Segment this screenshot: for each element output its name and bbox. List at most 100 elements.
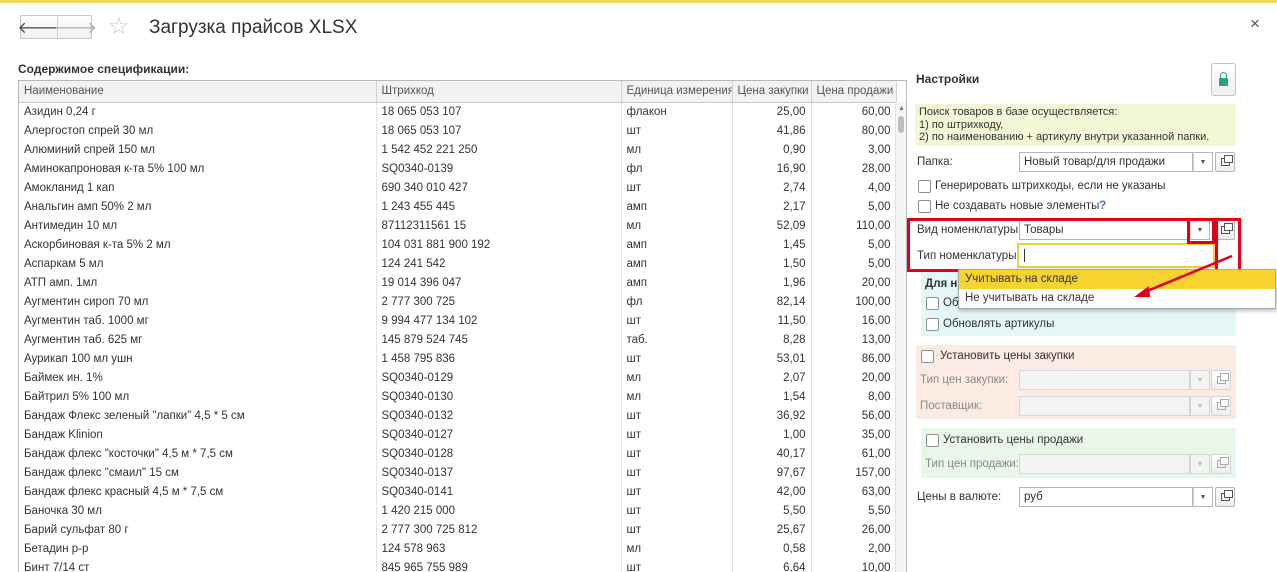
- update-articles-checkbox[interactable]: [926, 318, 939, 331]
- folder-dropdown-button[interactable]: ▼: [1193, 152, 1213, 172]
- info-line: 2) по наименованию + артикулу внутри ука…: [919, 131, 1210, 144]
- update-cut-checkbox[interactable]: [926, 297, 939, 310]
- back-button[interactable]: 🡐: [18, 16, 61, 38]
- cell-sale-price: 35,00: [811, 425, 897, 444]
- folder-field[interactable]: Новый товар/для продажи: [1019, 152, 1193, 172]
- cell-unit: шт: [621, 425, 733, 444]
- table-row[interactable]: Баймек ин. 1% SQ0340-0129 мл 2,07 20,00: [19, 368, 897, 387]
- scrollbar-thumb[interactable]: [898, 116, 904, 133]
- table-row[interactable]: Азидин 0,24 г 18 065 053 107 флакон 25,00 60…: [19, 102, 897, 121]
- table-scrollbar[interactable]: ▲: [895, 102, 906, 572]
- cell-barcode: 2 777 300 725: [376, 292, 622, 311]
- cell-name: Баночка 30 мл: [19, 501, 377, 520]
- set-purchase-prices-checkbox[interactable]: [921, 350, 934, 363]
- table-row[interactable]: Барий сульфат 80 г2 777 300 725 812 шт 25,…: [19, 520, 897, 539]
- column-header-unit[interactable]: Единица измерения: [621, 81, 733, 103]
- set-sale-prices-checkbox[interactable]: [926, 434, 939, 447]
- table-row[interactable]: Аспаркам 5 мл 124 241 542 амп 1,50 5,00: [19, 254, 897, 273]
- cell-purchase-price: 40,17: [732, 444, 812, 463]
- cell-purchase-price: 41,86: [732, 121, 812, 140]
- table-row[interactable]: Бандаж флекс "косточки" 4,5 м * 7,5 см SQ…: [19, 444, 897, 463]
- table-row[interactable]: Бандаж Klinion SQ0340-0127 шт 1,00 35,00: [19, 425, 897, 444]
- table-row[interactable]: Аугментин сироп 70 мл 2 777 300 725 фл 82,1…: [19, 292, 897, 311]
- close-icon[interactable]: ×: [1250, 14, 1260, 34]
- cell-barcode: 9 994 477 134 102: [376, 311, 622, 330]
- table-row[interactable]: Алергостоп спрей 30 мл 18 065 053 107 шт 41…: [19, 121, 897, 140]
- cell-unit: мл: [621, 387, 733, 406]
- help-icon[interactable]: ?: [1099, 198, 1106, 212]
- cell-unit: шт: [621, 349, 733, 368]
- cell-barcode: 104 031 881 900 192: [376, 235, 622, 254]
- column-header-purchase-price[interactable]: Цена закупки: [732, 81, 812, 103]
- table-row[interactable]: Аурикап 100 мл ушн 1 458 795 836 шт 53,01 86…: [19, 349, 897, 368]
- generate-barcodes-checkbox[interactable]: [918, 180, 931, 193]
- currency-open-button[interactable]: [1215, 487, 1235, 507]
- cell-unit: мл: [621, 140, 733, 159]
- table-row[interactable]: Аугментин таб. 625 мг 145 879 524 745 таб.…: [19, 330, 897, 349]
- no-new-items-checkbox[interactable]: [918, 200, 931, 213]
- table-row[interactable]: Бандаж Флекс зеленый "лапки" 4,5 * 5 см S…: [19, 406, 897, 425]
- folder-label: Папка:: [917, 156, 953, 168]
- cell-name: Бандаж флекс красный 4,5 м * 7,5 см: [19, 482, 377, 501]
- cell-barcode: SQ0340-0139: [376, 159, 622, 178]
- column-header-sale-price[interactable]: Цена продажи: [811, 81, 897, 103]
- spec-table: Наименование Штрихкод Единица измерения …: [19, 81, 897, 572]
- cell-barcode: 19 014 396 047: [376, 273, 622, 292]
- cell-purchase-price: 97,67: [732, 463, 812, 482]
- cell-sale-price: 5,50: [811, 501, 897, 520]
- table-row[interactable]: Аскорбиновая к-та 5% 2 мл 104 031 881 900…: [19, 235, 897, 254]
- cell-name: Алюминий спрей 150 мл: [19, 140, 377, 159]
- cell-purchase-price: 1,54: [732, 387, 812, 406]
- table-row[interactable]: Антимедин 10 мл 87112311561 15 мл 52,09 110,…: [19, 216, 897, 235]
- cell-sale-price: 13,00: [811, 330, 897, 349]
- cell-unit: амп: [621, 273, 733, 292]
- table-header-row: Наименование Штрихкод Единица измерения …: [19, 81, 897, 103]
- table-row[interactable]: Анальгин амп 50% 2 мл 1 243 455 445 амп 2,1…: [19, 197, 897, 216]
- page-title: Загрузка прайсов XLSX: [149, 17, 358, 38]
- cell-sale-price: 86,00: [811, 349, 897, 368]
- cell-purchase-price: 2,07: [732, 368, 812, 387]
- table-row[interactable]: Бандаж флекс красный 4,5 м * 7,5 см SQ034…: [19, 482, 897, 501]
- cell-unit: мл: [621, 216, 733, 235]
- table-row[interactable]: Бетадин р-р 124 578 963 мл 0,58 2,00: [19, 539, 897, 558]
- cell-purchase-price: 0,90: [732, 140, 812, 159]
- table-row[interactable]: АТП амп. 1мл 19 014 396 047 амп 1,96 20,00: [19, 273, 897, 292]
- cell-sale-price: 28,00: [811, 159, 897, 178]
- cell-sale-price: 63,00: [811, 482, 897, 501]
- scroll-up-icon[interactable]: ▲: [898, 105, 905, 112]
- table-row[interactable]: Аминокапроновая к-та 5% 100 мл SQ0340-013…: [19, 159, 897, 178]
- cell-purchase-price: 53,01: [732, 349, 812, 368]
- currency-label: Цены в валюте:: [917, 491, 1002, 503]
- cell-unit: мл: [621, 539, 733, 558]
- table-row[interactable]: Аугментин таб. 1000 мг 9 994 477 134 102 ш…: [19, 311, 897, 330]
- cell-unit: амп: [621, 254, 733, 273]
- column-header-barcode[interactable]: Штрихкод: [376, 81, 622, 103]
- table-row[interactable]: Баночка 30 мл 1 420 215 000 шт 5,50 5,50: [19, 501, 897, 520]
- table-row[interactable]: Бинт 7/14 ст 845 965 755 989 шт 6,64 10,00: [19, 558, 897, 572]
- table-row[interactable]: Байтрил 5% 100 мл SQ0340-0130 мл 1,54 8,00: [19, 387, 897, 406]
- set-purchase-prices-label: Установить цены закупки: [940, 350, 1075, 362]
- cell-unit: шт: [621, 121, 733, 140]
- favorite-star-icon[interactable]: ☆: [108, 14, 130, 40]
- sale-price-type-label: Тип цен продажи:: [925, 458, 1019, 470]
- cell-sale-price: 3,00: [811, 140, 897, 159]
- open-window-icon: [1216, 373, 1229, 384]
- currency-field[interactable]: руб: [1019, 487, 1193, 507]
- table-row[interactable]: Алюминий спрей 150 мл 1 542 452 221 250 мл…: [19, 140, 897, 159]
- cell-name: Баймек ин. 1%: [19, 368, 377, 387]
- update-cut-label: Об: [943, 297, 959, 309]
- cell-name: Аугментин сироп 70 мл: [19, 292, 377, 311]
- table-row[interactable]: Бандаж флекс "смаил" 15 см SQ0340-0137 шт 9…: [19, 463, 897, 482]
- navigation-buttons: 🡐 🡒: [18, 15, 97, 39]
- currency-dropdown-button[interactable]: ▼: [1193, 487, 1213, 507]
- folder-open-button[interactable]: [1215, 152, 1235, 172]
- open-window-icon: [1216, 399, 1229, 410]
- lock-icon: [1219, 71, 1228, 86]
- set-sale-prices-label: Установить цены продажи: [943, 434, 1084, 446]
- table-row[interactable]: Амокланид 1 кап 690 340 010 427 шт 2,74 4,00: [19, 178, 897, 197]
- lock-button[interactable]: [1211, 63, 1236, 96]
- forward-button[interactable]: 🡒: [54, 16, 97, 38]
- column-header-name[interactable]: Наименование: [19, 81, 377, 103]
- cell-unit: шт: [621, 520, 733, 539]
- cell-name: Бандаж Klinion: [19, 425, 377, 444]
